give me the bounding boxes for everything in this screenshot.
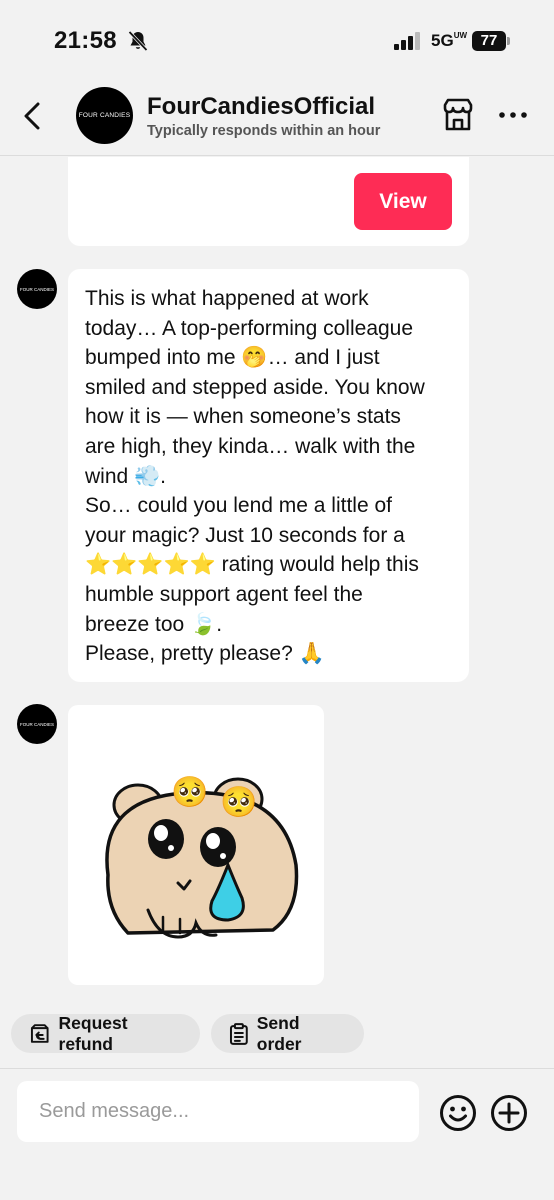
plus-icon[interactable]	[490, 1094, 528, 1132]
message-input[interactable]	[17, 1081, 419, 1142]
status-bar: 21:58 5GUW 77	[0, 0, 554, 80]
view-button[interactable]: View	[354, 173, 452, 230]
store-icon[interactable]	[440, 97, 476, 133]
message-line: wind 💨.	[85, 464, 167, 488]
more-dots-icon[interactable]	[496, 102, 532, 128]
message-line: humble support agent feel the	[85, 582, 363, 606]
input-bar	[0, 1068, 554, 1200]
message-line: bumped into me 🤭… and I just	[85, 346, 380, 370]
pleading-emoji: 🥺	[220, 785, 257, 819]
battery-tip	[507, 37, 510, 45]
clipboard-icon	[229, 1022, 248, 1045]
message-line: smiled and stepped aside. You know	[85, 375, 425, 399]
message-line: Please, pretty please? 🙏	[85, 642, 325, 666]
quick-actions: Request refund Send order	[0, 1012, 554, 1054]
message-line: ⭐⭐⭐⭐⭐ rating would help this	[85, 553, 419, 577]
message-line: how it is — when someone’s stats	[85, 405, 401, 429]
message-line: your magic? Just 10 seconds for a	[85, 523, 405, 547]
message-line: breeze too 🍃.	[85, 612, 223, 636]
message-avatar[interactable]: FOUR CANDIES	[17, 704, 57, 744]
refund-box-icon	[30, 1023, 49, 1043]
message-line: today… A top-performing colleague	[85, 316, 414, 340]
signal-icon	[394, 32, 420, 50]
message-line: So… could you lend me a little of	[85, 494, 393, 518]
back-chevron-icon[interactable]	[18, 98, 48, 134]
sticker-message[interactable]: 🥺 🥺	[68, 705, 324, 985]
response-time-text: Typically responds within an hour	[147, 123, 381, 139]
bell-slash-icon	[128, 30, 148, 52]
crying-bear-sticker: 🥺 🥺	[105, 775, 299, 939]
product-card: View	[68, 157, 469, 246]
chat-messages[interactable]: View FOUR CANDIES This is what happened …	[0, 157, 554, 1057]
battery-icon: 77	[472, 31, 506, 51]
emoji-icon[interactable]	[439, 1094, 477, 1132]
message-bubble: This is what happened at work today… A t…	[68, 269, 469, 682]
send-order-label: Send order	[256, 1012, 302, 1054]
send-order-button[interactable]: Send order	[211, 1012, 364, 1054]
message-avatar[interactable]: FOUR CANDIES	[17, 269, 57, 309]
message-line: are high, they kinda… walk with the	[85, 434, 416, 458]
message-line: This is what happened at work	[85, 287, 369, 310]
pleading-emoji: 🥺	[171, 775, 208, 809]
shop-name[interactable]: FourCandiesOfficial	[147, 93, 375, 121]
network-label: 5GUW	[431, 31, 468, 50]
request-refund-button[interactable]: Request refund	[11, 1012, 200, 1054]
shop-avatar[interactable]: FOUR CANDIES	[76, 87, 133, 144]
chat-header: FOUR CANDIES FourCandiesOfficial Typical…	[0, 80, 554, 156]
request-refund-label: Request refund	[58, 1012, 128, 1054]
status-time: 21:58	[54, 27, 117, 54]
